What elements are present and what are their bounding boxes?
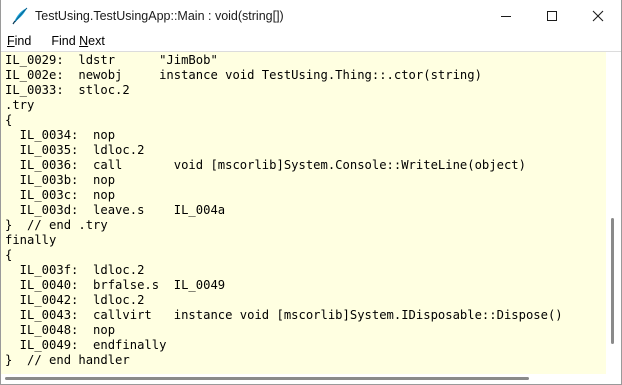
- title-bar[interactable]: TestUsing.TestUsingApp::Main : void(stri…: [1, 0, 621, 31]
- code-line: IL_003d: leave.s IL_004a: [5, 203, 226, 217]
- il-code-text: IL_0029: ldstr "JimBob" IL_002e: newobj i…: [1, 52, 607, 368]
- menu-find-next[interactable]: Find Next: [37, 34, 111, 48]
- menu-bar: Find Find Next: [1, 31, 621, 52]
- maximize-icon: [547, 10, 557, 21]
- minimize-icon: [501, 15, 511, 17]
- code-line: {: [5, 113, 13, 127]
- scrollbar-corner: [606, 374, 620, 384]
- horizontal-scrollbar[interactable]: [1, 374, 607, 384]
- code-line: IL_0033: stloc.2: [5, 83, 130, 97]
- code-line: IL_0042: ldloc.2: [5, 293, 145, 307]
- code-line: .try: [5, 98, 35, 112]
- code-line: IL_003b: nop: [5, 173, 116, 187]
- code-line: IL_0048: nop: [5, 323, 116, 337]
- maximize-button[interactable]: [529, 0, 575, 31]
- code-line: } // end handler: [5, 353, 130, 367]
- code-line: IL_002e: newobj instance void TestUsing.…: [5, 68, 482, 82]
- code-line: {: [5, 248, 13, 262]
- il-viewer-window: TestUsing.TestUsingApp::Main : void(stri…: [0, 0, 622, 385]
- code-line: IL_0040: brfalse.s IL_0049: [5, 278, 226, 292]
- code-line: IL_0043: callvirt instance void [mscorli…: [5, 308, 563, 322]
- code-line: finally: [5, 233, 57, 247]
- horizontal-scroll-thumb[interactable]: [5, 377, 529, 380]
- window-title: TestUsing.TestUsingApp::Main : void(stri…: [35, 8, 284, 23]
- code-line: IL_0036: call void [mscorlib]System.Cons…: [5, 158, 526, 172]
- code-line: IL_003c: nop: [5, 188, 116, 202]
- code-line: IL_0029: ldstr "JimBob": [5, 53, 218, 67]
- close-button[interactable]: [575, 0, 621, 31]
- code-line: IL_0035: ldloc.2: [5, 143, 145, 157]
- code-line: } // end .try: [5, 218, 108, 232]
- il-code-view[interactable]: IL_0029: ldstr "JimBob" IL_002e: newobj i…: [1, 52, 607, 374]
- code-line: IL_0034: nop: [5, 128, 116, 142]
- caption-buttons: [483, 0, 621, 31]
- close-icon: [592, 10, 604, 21]
- quill-pen-icon: [12, 7, 28, 24]
- menu-find[interactable]: Find: [1, 34, 37, 48]
- vertical-scroll-thumb[interactable]: [611, 218, 614, 344]
- minimize-button[interactable]: [483, 0, 529, 31]
- code-line: IL_0049: endfinally: [5, 338, 167, 352]
- code-line: IL_003f: ldloc.2: [5, 263, 145, 277]
- vertical-scrollbar[interactable]: [606, 52, 620, 374]
